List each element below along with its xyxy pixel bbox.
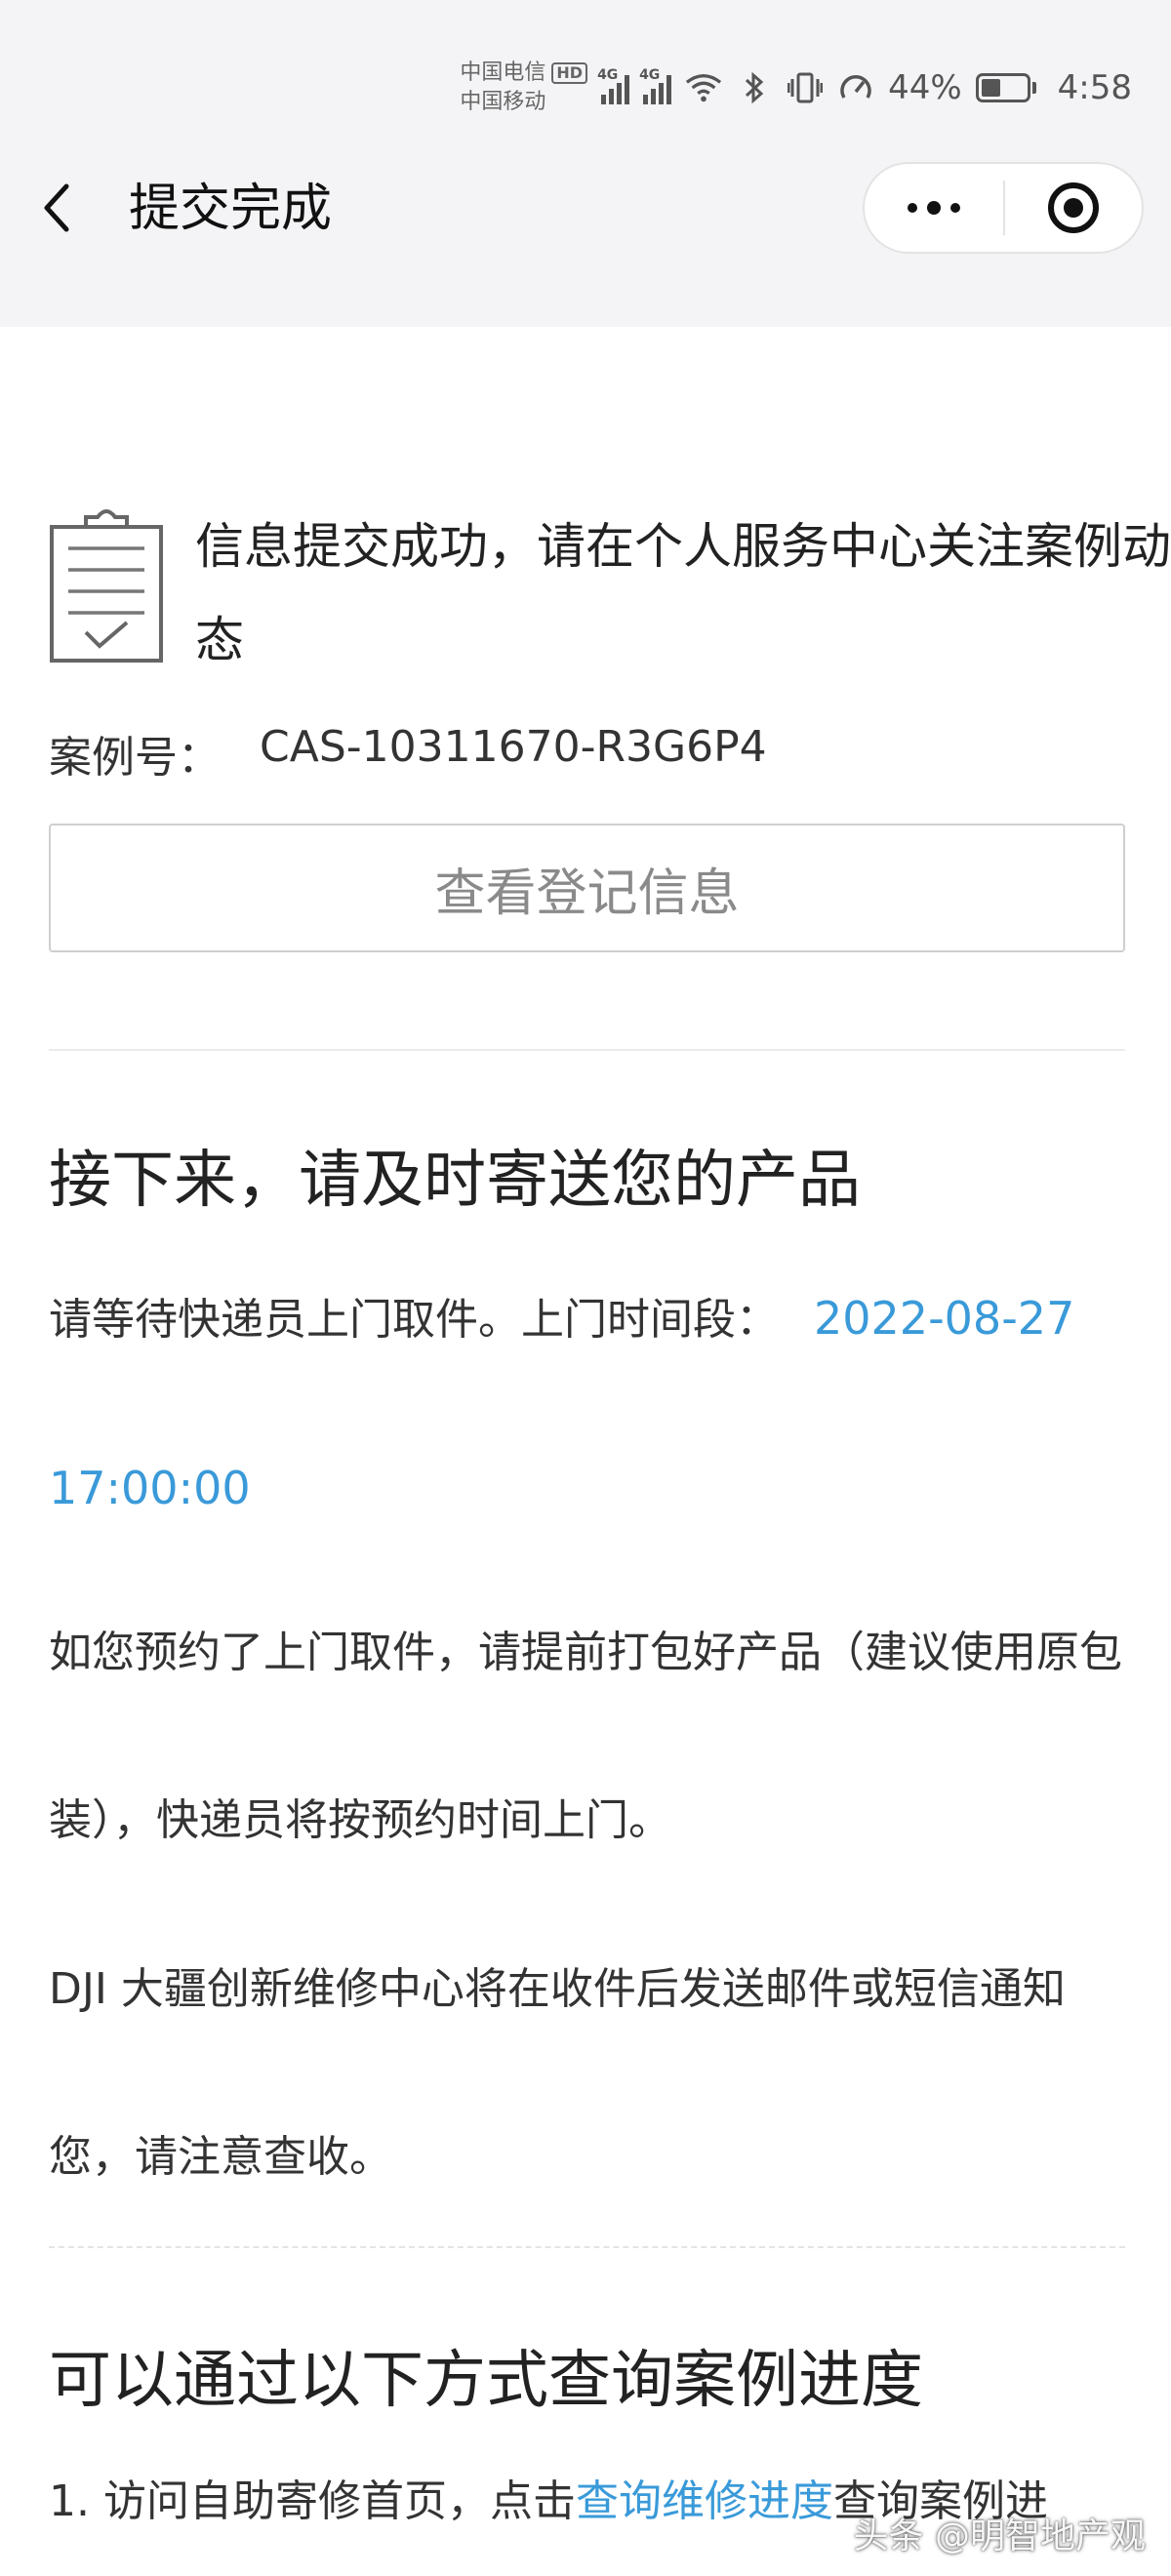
carrier-2-name: 中国移动 [460,90,546,114]
carrier-1-name: 中国电信 [460,60,546,85]
case-number-value: CAS-10311670-R3G6P4 [260,722,767,772]
signal-icon: 4G [639,67,672,104]
next-steps-title: 接下来，请及时寄送您的产品 [49,1145,861,1217]
watermark: 头条 @明智地产观 [853,2516,1146,2556]
signal-icon: 4G [597,67,630,104]
success-message: 信息提交成功，请在个人服务中心关注案例动态 [195,518,1171,668]
more-button[interactable] [865,164,1003,252]
miniprogram-capsule [863,162,1144,254]
record-icon [1048,182,1099,233]
speedometer-icon [837,69,874,106]
pickup-wait-text: 请等待快递员上门取件。上门时间段： 2022-08-27 17:00:00 [49,1234,1132,1574]
case-number-label: 案例号： [49,733,221,783]
case-number-row: 案例号： CAS-10311670-R3G6P4 [49,722,767,785]
pickup-time: 17:00:00 [49,1462,251,1514]
battery-level-fill [981,79,1000,97]
section-divider [49,1049,1125,1051]
clipboard-check-icon [50,509,163,663]
chevron-left-icon [44,183,69,232]
progress-title: 可以通过以下方式查询案例进度 [49,2345,923,2417]
network-label: 4G [597,67,619,83]
page-title: 提交完成 [129,180,333,238]
wifi-icon [685,69,722,106]
notify-text: DJI 大疆创新维修中心将在收件后发送邮件或短信通知您，请注意查收。 [49,1964,1066,2182]
pickup-date: 2022-08-27 [814,1292,1075,1345]
back-button[interactable] [39,174,88,242]
battery-icon [975,73,1036,102]
battery-percent: 44% [888,68,962,107]
more-dots-icon [908,201,960,215]
network-label: 4G [639,67,661,83]
section-divider-dashed [49,2246,1125,2248]
query-repair-progress-link[interactable]: 查询维修进度 [576,2476,833,2526]
pickup-wait-label: 请等待快递员上门取件。上门时间段： [49,1295,779,1345]
vibrate-icon [787,69,824,106]
status-bar: 中国电信 HD 中国移动 4G 4G 44% 4:58 [460,49,1132,127]
clock-time: 4:58 [1057,68,1132,107]
bluetooth-icon [736,69,773,106]
close-button[interactable] [1005,164,1142,252]
carrier-info: 中国电信 HD 中国移动 [460,59,588,117]
hd-badge: HD [551,62,588,84]
view-registration-button[interactable]: 查看登记信息 [49,824,1125,952]
progress-item-1-prefix: 1. 访问自助寄修首页，点击 [49,2476,576,2526]
pack-instructions: 如您预约了上门取件，请提前打包好产品（建议使用原包装），快递员将按预约时间上门。 [49,1628,1122,1845]
